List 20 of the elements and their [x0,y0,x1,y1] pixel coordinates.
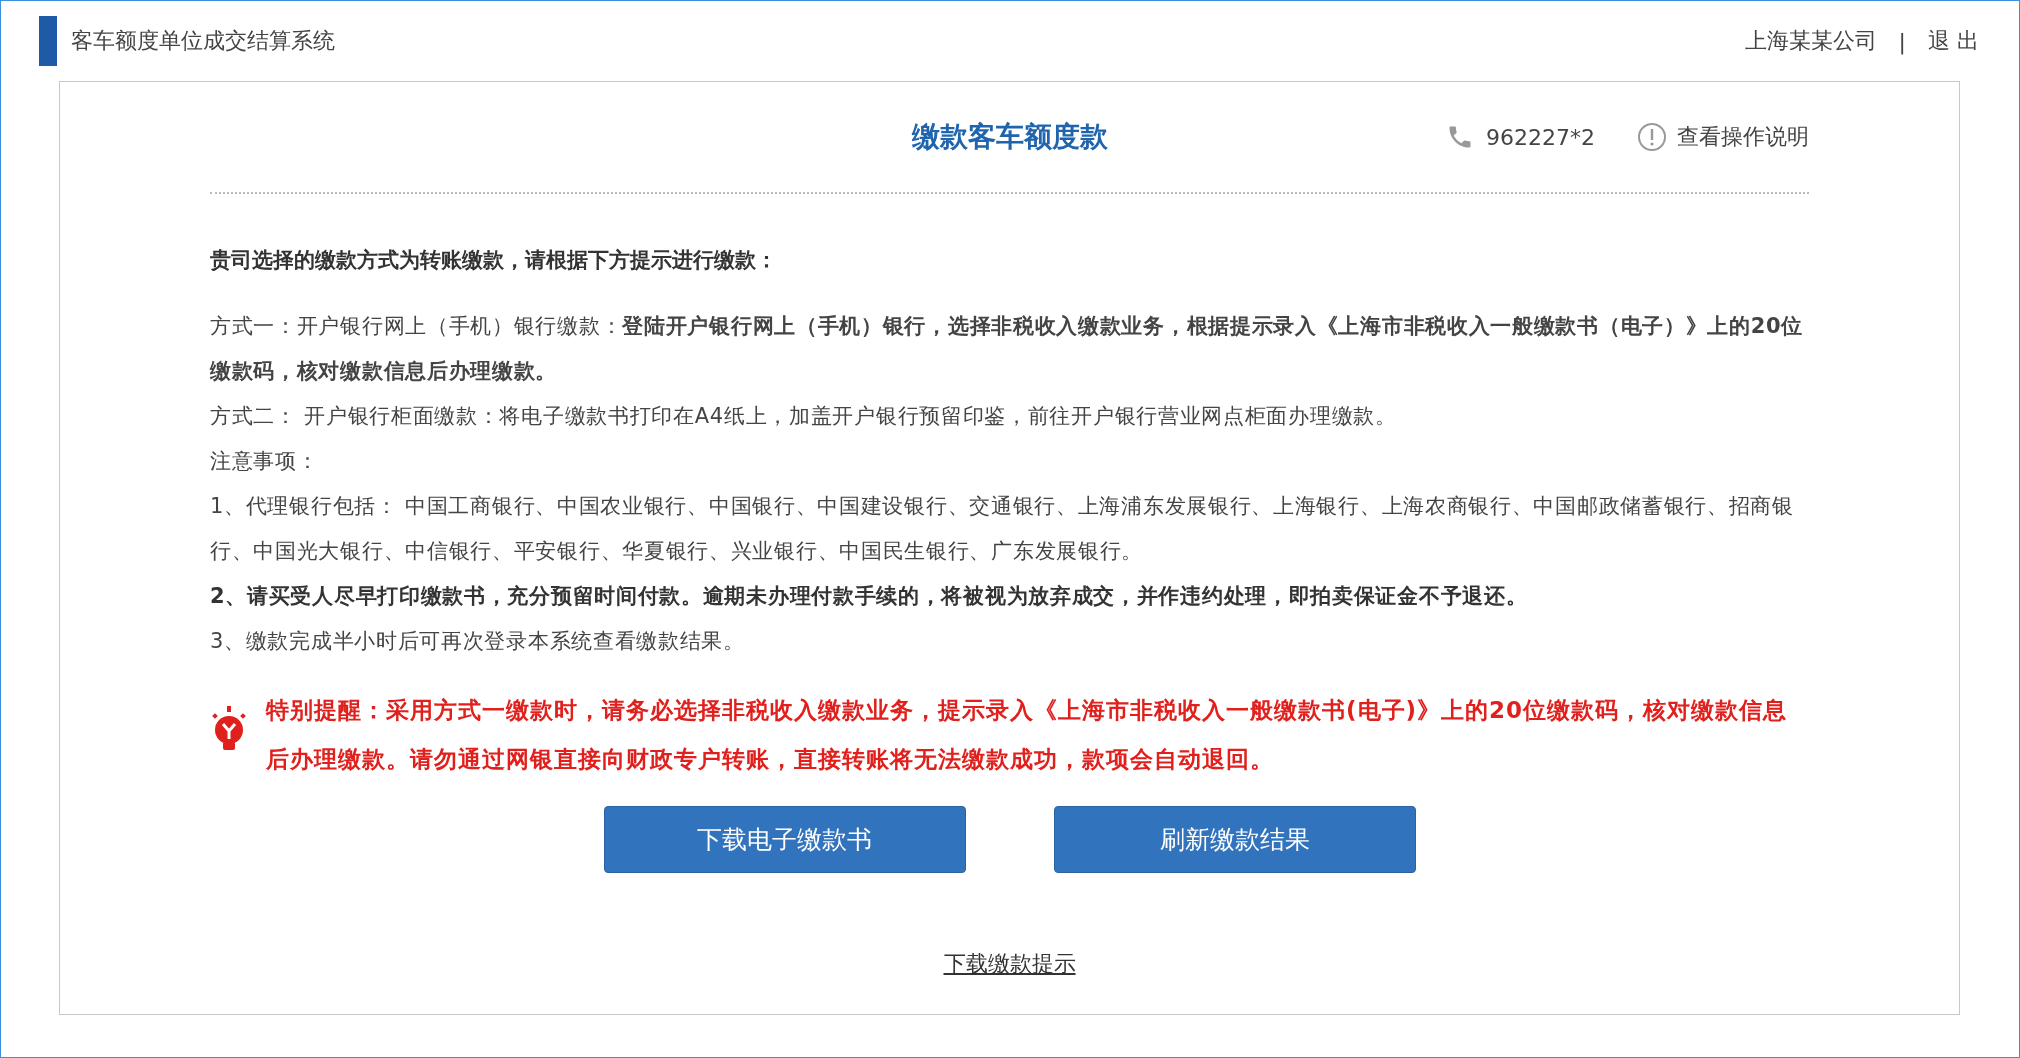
title-accent-bar [39,16,57,66]
logout-button[interactable]: 退 出 [1928,26,1979,56]
info-icon [1637,122,1667,152]
page-title: 缴款客车额度款 [911,119,1108,155]
instruction-text: 1、代理银行包括： 中国工商银行、中国农业银行、中国银行、中国建设银行、交通银行、上海浦东发展银行、上海银行、上海农商银行、中国邮政储蓄银行、招商银行、中国光大银行、中信银行、平安银行、华夏银行、兴业银行、中国民生银行、广东发展银行。 [210,493,1795,565]
company-name: 上海某某公司 [1744,27,1877,55]
separator: | [1898,28,1906,54]
system-title: 客车额度单位成交结算系统 [71,27,336,55]
help-link[interactable]: 查看操作说明 [1637,122,1809,152]
intro-text: 贵司选择的缴款方式为转账缴款，请根据下方提示进行缴款： [210,247,778,274]
instruction-text: 方式一：开户银行网上（手机）银行缴款：登陆开户银行网上（手机）银行，选择非税收入缴款业务，根据提示录入《上海市非税收入一般缴款书（电子）》上的20位缴款码，核对缴款信息后办理缴款。 [210,313,1805,385]
instruction-text: 3、缴款完成半小时后可再次登录本系统查看缴款结果。 [210,628,746,655]
download-hint-link[interactable]: 下载缴款提示 [943,949,1076,979]
instruction-text: 方式二： 开户银行柜面缴款：将电子缴款书打印在A4纸上，加盖开户银行预留印鉴，前往开户银行营业网点柜面办理缴款。 [210,403,1398,430]
action-button[interactable]: 下载电子缴款书 [603,806,966,873]
instruction-text: 2、请买受人尽早打印缴款书，充分预留时间付款。逾期未办理付款手续的，将被视为放弃成交，并作违约处理，即拍卖保证金不予退还。 [210,583,1529,610]
special-reminder-text: 特别提醒：采用方式一缴款时，请务必选择非税收入缴款业务，提示录入《上海市非税收入一般缴款书(电子)》上的20位缴款码，核对缴款信息后办理缴款。请勿通过网银直接向财政专户转账，直接转账将无法缴款成功，款项会自动退回。 [266,696,1789,774]
action-button[interactable]: 刷新缴款结果 [1053,806,1416,873]
hotline-number: 962227*2 [1486,124,1595,150]
instruction-text: 注意事项： [210,448,320,475]
